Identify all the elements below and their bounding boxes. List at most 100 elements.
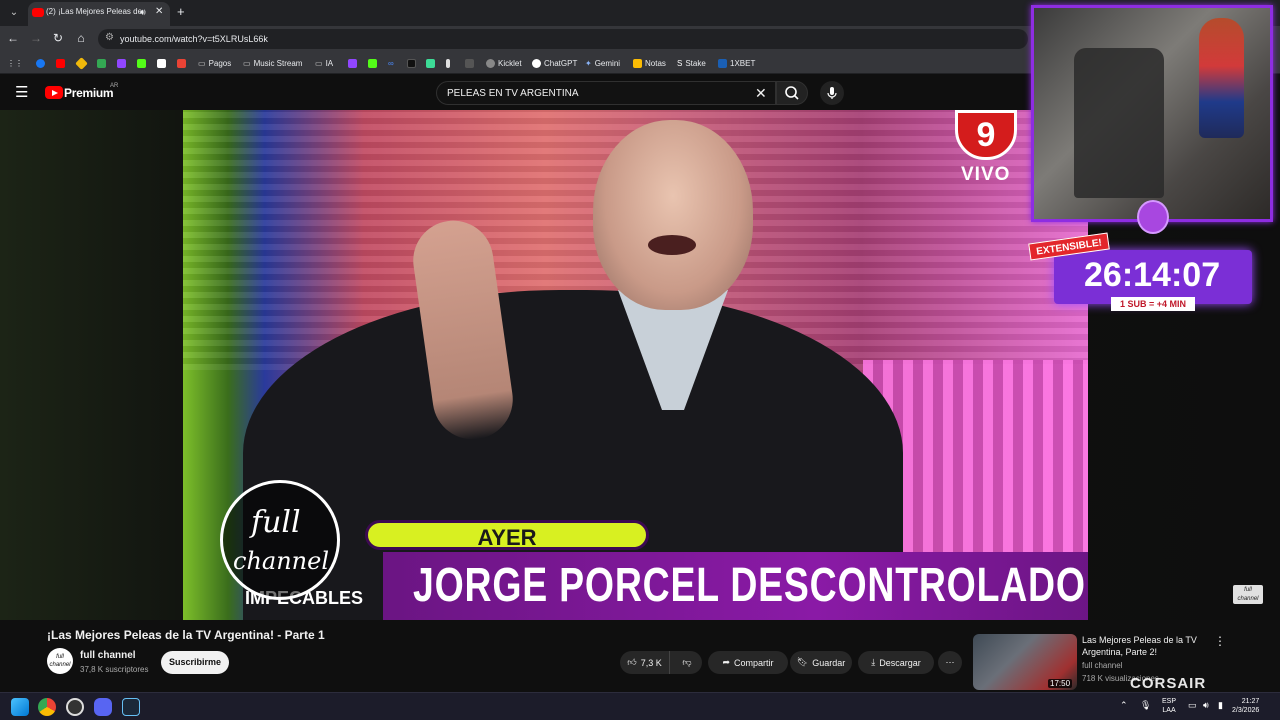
recommended-title[interactable]: Las Mejores Peleas de la TV Argentina, P… bbox=[1082, 634, 1202, 658]
download-icon: ⤓ bbox=[871, 657, 876, 667]
address-bar[interactable]: ⚙ youtube.com/watch?v=t5XLRUsL66k bbox=[98, 29, 1028, 49]
more-actions-button[interactable]: ⋯ bbox=[938, 651, 962, 674]
dislike-button[interactable]: 👎︎ bbox=[674, 651, 700, 674]
search-query: PELEAS EN TV ARGENTINA bbox=[447, 88, 579, 99]
volume-icon[interactable]: 🔊︎ bbox=[1203, 700, 1209, 711]
apps-icon[interactable]: ⋮⋮ bbox=[7, 56, 23, 70]
audio-icon[interactable]: 🔊︎ bbox=[140, 7, 146, 18]
bookmark-kick-icon[interactable] bbox=[137, 56, 146, 70]
browser-tab[interactable]: (2) ¡Las Mejores Peleas de l 🔊︎ ✕ bbox=[28, 2, 170, 26]
battery-icon[interactable]: ▮ bbox=[1218, 700, 1223, 711]
country-code: AR bbox=[110, 83, 119, 89]
recommended-channel[interactable]: full channel bbox=[1082, 661, 1122, 670]
lower-third-text: JORGE PORCEL DESCONTROLADO bbox=[413, 559, 1086, 612]
live-label: VIVO bbox=[961, 164, 1011, 185]
clear-search-icon[interactable]: ✕ bbox=[755, 85, 767, 102]
bookmark-misc-icon[interactable] bbox=[446, 56, 450, 70]
windows-start-icon[interactable] bbox=[11, 698, 29, 716]
ayer-label: AYER bbox=[365, 520, 649, 550]
download-label: Descargar bbox=[879, 657, 921, 668]
timer-rule: 1 SUB = +4 MIN bbox=[1111, 297, 1195, 311]
search-input[interactable]: PELEAS EN TV ARGENTINA ✕ bbox=[436, 81, 776, 105]
video-title: ¡Las Mejores Peleas de la TV Argentina! … bbox=[47, 628, 325, 642]
bookmark-app-icon[interactable] bbox=[426, 56, 435, 70]
gaming-chair bbox=[1074, 48, 1164, 198]
taskbar: ⌃ 🎙︎ ESP LAA ▭ 🔊︎ ▮ 21:27 2/3/2026 bbox=[0, 692, 1280, 720]
like-dislike-group: 👍︎ 7,3 K 👎︎ bbox=[620, 651, 702, 674]
network-icon[interactable]: ▭ bbox=[1188, 700, 1197, 711]
channel-name[interactable]: full channel bbox=[80, 650, 136, 661]
close-tab-icon[interactable]: ✕ bbox=[155, 6, 163, 17]
clock-date: 2/3/2026 bbox=[1232, 707, 1260, 714]
save-label: Guardar bbox=[812, 657, 846, 668]
clock-time: 21:27 bbox=[1241, 698, 1260, 705]
save-button[interactable]: 🔖︎ Guardar bbox=[790, 651, 852, 674]
app-icon[interactable] bbox=[66, 698, 84, 716]
microphone-tray-icon[interactable]: 🎙︎ bbox=[1140, 700, 1151, 711]
back-icon[interactable]: ← bbox=[6, 31, 20, 45]
search-button[interactable] bbox=[776, 81, 808, 105]
presenter-head bbox=[593, 120, 753, 310]
like-count: 7,3 K bbox=[640, 657, 662, 668]
bookmark-tiktok-icon[interactable] bbox=[407, 56, 416, 70]
menu-icon[interactable]: ☰ bbox=[15, 83, 28, 101]
tab-title: (2) ¡Las Mejores Peleas de l bbox=[46, 7, 142, 16]
share-button[interactable]: ➦ Compartir bbox=[708, 651, 788, 674]
subathon-timer: 26:14:07 bbox=[1084, 256, 1221, 294]
bookmark-youtube-icon[interactable] bbox=[56, 56, 65, 70]
tray-chevron-icon[interactable]: ⌃ bbox=[1120, 700, 1128, 711]
discord-icon[interactable] bbox=[94, 698, 112, 716]
like-button[interactable]: 👍︎ 7,3 K bbox=[620, 651, 670, 674]
youtube-logo-icon[interactable] bbox=[45, 86, 63, 99]
bookmark-chatgpt[interactable]: ChatGPT bbox=[532, 56, 577, 70]
system-clock[interactable]: 21:27 2/3/2026 bbox=[1232, 697, 1259, 715]
bookmark-meta-icon[interactable]: ∞ bbox=[388, 56, 394, 70]
tab-search-icon[interactable]: ⌄ bbox=[6, 5, 22, 21]
bookmark-twitch-icon[interactable] bbox=[117, 56, 126, 70]
bookmark-1xbet[interactable]: 1XBET bbox=[718, 56, 755, 70]
channel-watermark[interactable]: full channel bbox=[1233, 585, 1263, 604]
site-info-icon[interactable]: ⚙ bbox=[105, 32, 114, 43]
share-icon: ➦ bbox=[722, 657, 731, 667]
bookmark-p-icon[interactable] bbox=[157, 56, 166, 70]
recommended-thumbnail[interactable]: 17:50 bbox=[973, 634, 1077, 690]
thumbs-up-icon: 👍︎ bbox=[627, 657, 637, 667]
bookmark-pagos[interactable]: ▭ Pagos bbox=[198, 56, 231, 70]
more-horizontal-icon: ⋯ bbox=[945, 657, 955, 667]
bookmark-gemini[interactable]: ✦ Gemini bbox=[585, 56, 620, 70]
bookmark-binance-icon[interactable] bbox=[75, 56, 88, 70]
reload-icon[interactable]: ↻ bbox=[51, 31, 65, 45]
logo-word-channel: channel bbox=[233, 547, 329, 575]
subscriber-count: 37,8 K suscriptores bbox=[80, 665, 149, 674]
forward-icon[interactable]: → bbox=[29, 31, 43, 45]
full-channel-logo: full channel bbox=[220, 480, 340, 600]
steam-icon[interactable] bbox=[122, 698, 140, 716]
voice-search-button[interactable] bbox=[820, 81, 844, 105]
channel-avatar[interactable]: full channel bbox=[47, 648, 73, 674]
bookmark-drive-icon[interactable] bbox=[97, 56, 106, 70]
download-button[interactable]: ⤓ Descargar bbox=[858, 651, 934, 674]
thumbs-down-icon: 👎︎ bbox=[682, 657, 692, 667]
new-tab-button[interactable]: + bbox=[177, 4, 185, 19]
bookmark-misc2-icon[interactable] bbox=[465, 56, 474, 70]
chrome-icon[interactable] bbox=[38, 698, 56, 716]
bookmark-twitch2-icon[interactable] bbox=[348, 56, 357, 70]
share-label: Compartir bbox=[734, 657, 774, 668]
bookmark-kicklet[interactable]: Kicklet bbox=[486, 56, 522, 70]
subscribe-button[interactable]: Suscribirme bbox=[161, 651, 229, 674]
recommended-menu-icon[interactable]: ⋮ bbox=[1214, 634, 1226, 648]
bookmark-icon: 🔖︎ bbox=[796, 657, 809, 667]
home-icon[interactable]: ⌂ bbox=[74, 31, 88, 45]
bookmark-stake[interactable]: S Stake bbox=[677, 56, 706, 70]
bookmark-notas[interactable]: Notas bbox=[633, 56, 666, 70]
presenter-mouth bbox=[648, 235, 696, 255]
bookmark-kick2-icon[interactable] bbox=[368, 56, 377, 70]
bookmark-facebook-icon[interactable] bbox=[36, 56, 45, 70]
bookmark-ia[interactable]: ▭ IA bbox=[315, 56, 333, 70]
youtube-premium-logo[interactable]: Premium bbox=[64, 86, 114, 100]
bookmark-music-stream[interactable]: ▭ Music Stream bbox=[243, 56, 302, 70]
video-duration: 17:50 bbox=[1048, 679, 1073, 688]
bookmark-gmail-icon[interactable] bbox=[177, 56, 186, 70]
language-indicator[interactable]: ESP LAA bbox=[1162, 697, 1176, 715]
language-code: ESP bbox=[1162, 698, 1177, 705]
